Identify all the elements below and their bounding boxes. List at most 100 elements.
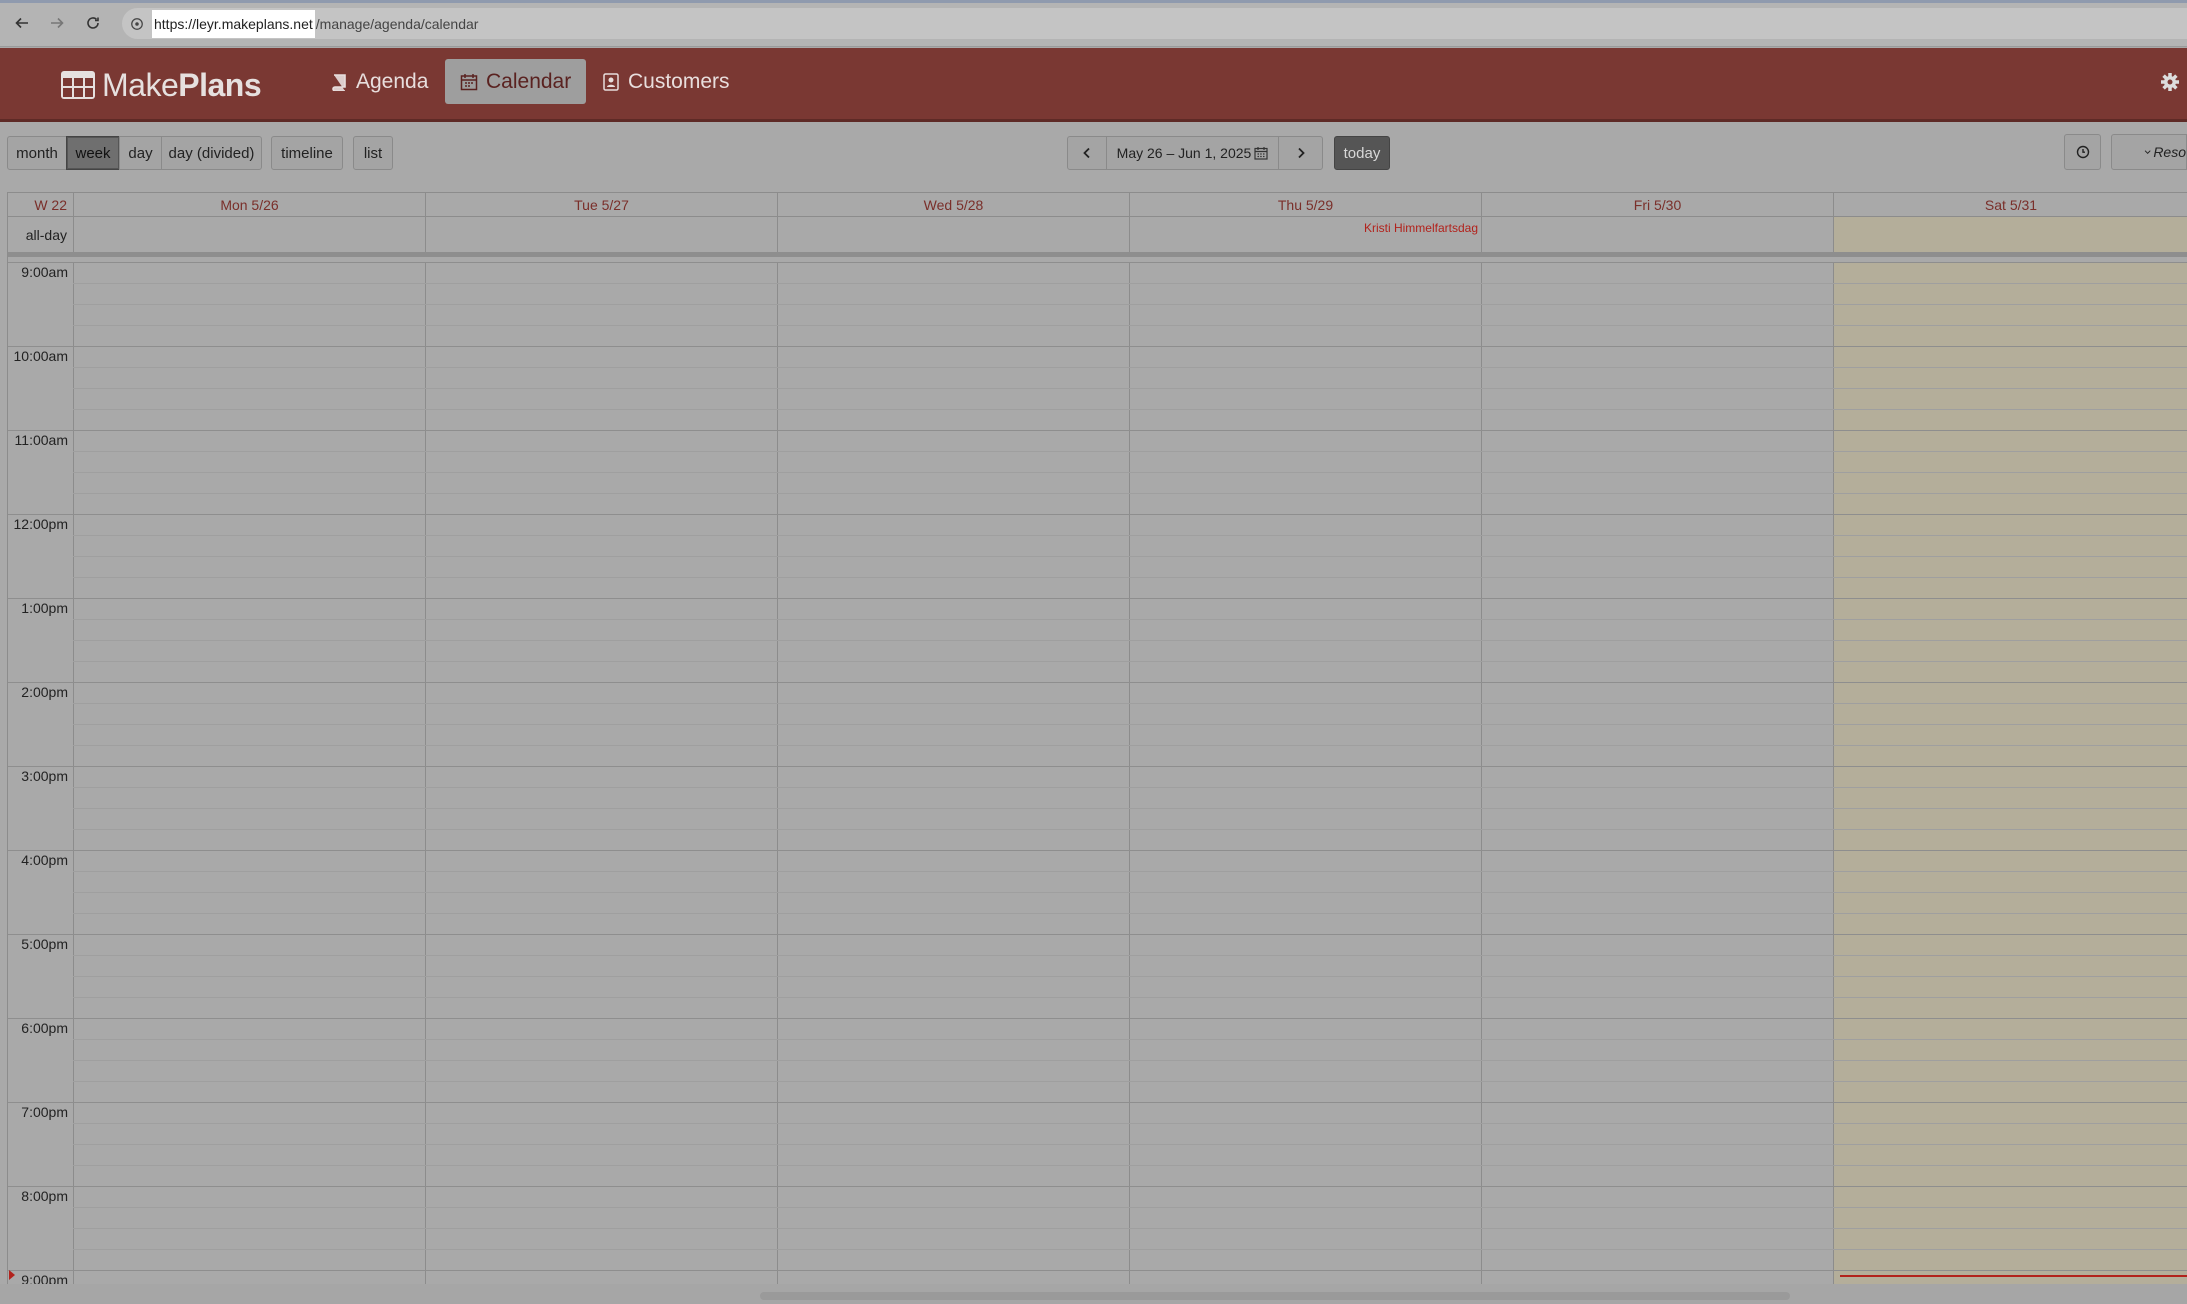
quarter-hour-line xyxy=(73,913,2187,914)
horizontal-scrollbar[interactable] xyxy=(760,1292,1790,1300)
week-number: W 22 xyxy=(34,197,67,213)
grid-logo-icon xyxy=(61,71,95,99)
now-indicator-line xyxy=(1840,1275,2187,1277)
quarter-hour-line xyxy=(73,745,2187,746)
view-timeline-button[interactable]: timeline xyxy=(271,136,343,170)
all-day-row: all-day Kristi Himmelfartsdag xyxy=(8,217,2187,257)
quarter-hour-line xyxy=(73,724,2187,725)
makeplans-logo[interactable]: Make Plans xyxy=(60,66,262,103)
prev-week-button[interactable] xyxy=(1067,136,1107,170)
quarter-hour-line xyxy=(73,493,2187,494)
url-path: /manage/agenda/calendar xyxy=(315,15,479,32)
hour-line xyxy=(8,430,2187,431)
hour-line xyxy=(8,346,2187,347)
tab-customers[interactable]: Customers xyxy=(587,59,745,104)
hour-line xyxy=(8,1270,2187,1271)
next-week-button[interactable] xyxy=(1278,136,1323,170)
quarter-hour-line xyxy=(73,1123,2187,1124)
day-column-fri[interactable] xyxy=(1481,262,1833,1285)
browser-top-edge xyxy=(0,0,2187,3)
day-header-sat[interactable]: Sat 5/31 xyxy=(1833,193,2187,217)
time-label: 5:00pm xyxy=(21,936,68,952)
all-day-cell-sat[interactable] xyxy=(1833,217,2187,252)
time-grid: 9:00am 10:00am 11:00am 12:00pm 1:00pm 2:00pm 3… xyxy=(8,262,2187,1285)
today-button[interactable]: today xyxy=(1334,136,1390,170)
time-label: 10:00am xyxy=(13,348,68,364)
time-label: 7:00pm xyxy=(21,1104,68,1120)
day-header-fri[interactable]: Fri 5/30 xyxy=(1481,193,1833,217)
resources-dropdown[interactable]: Reso xyxy=(2111,134,2187,170)
calendar-icon xyxy=(460,73,478,90)
view-day-button[interactable]: day xyxy=(119,136,162,170)
hour-line xyxy=(8,850,2187,851)
reload-icon xyxy=(87,17,99,29)
quarter-hour-line xyxy=(73,472,2187,473)
view-month-button[interactable]: month xyxy=(7,136,67,170)
app-header: Make Plans Agenda Calendar Customers xyxy=(0,48,2187,122)
quarter-hour-line xyxy=(73,535,2187,536)
quarter-hour-line xyxy=(73,661,2187,662)
quarter-hour-line xyxy=(73,304,2187,305)
time-label: 3:00pm xyxy=(21,768,68,784)
day-header-mon[interactable]: Mon 5/26 xyxy=(73,193,425,217)
quarter-hour-line xyxy=(73,871,2187,872)
all-day-event[interactable]: Kristi Himmelfartsdag xyxy=(1364,221,1478,235)
all-day-cell-mon[interactable] xyxy=(73,217,425,252)
quarter-hour-line xyxy=(73,997,2187,998)
clock-button[interactable] xyxy=(2064,134,2101,170)
day-header-wed[interactable]: Wed 5/28 xyxy=(777,193,1129,217)
chevron-left-icon xyxy=(1083,147,1090,159)
site-info-icon[interactable] xyxy=(122,9,152,39)
time-label: 9:00am xyxy=(21,264,68,280)
quarter-hour-line xyxy=(73,1165,2187,1166)
contact-card-icon xyxy=(603,72,619,91)
reload-button[interactable] xyxy=(82,12,104,34)
day-column-mon[interactable] xyxy=(73,262,425,1285)
quarter-hour-line xyxy=(73,640,2187,641)
all-day-cell-tue[interactable] xyxy=(425,217,777,252)
view-day-divided-button[interactable]: day (divided) xyxy=(161,136,262,170)
day-column-wed[interactable] xyxy=(777,262,1129,1285)
time-axis: 9:00am 10:00am 11:00am 12:00pm 1:00pm 2:00pm 3… xyxy=(8,262,73,1285)
day-header-row: W 22 Mon 5/26 Tue 5/27 Wed 5/28 Thu 5/29… xyxy=(8,193,2187,217)
day-column-thu[interactable] xyxy=(1129,262,1481,1285)
week-calendar-grid: W 22 Mon 5/26 Tue 5/27 Wed 5/28 Thu 5/29… xyxy=(7,192,2187,1285)
settings-gear-icon[interactable] xyxy=(2159,71,2181,93)
quarter-hour-line xyxy=(73,976,2187,977)
quarter-hour-line xyxy=(73,556,2187,557)
day-column-tue[interactable] xyxy=(425,262,777,1285)
tab-calendar[interactable]: Calendar xyxy=(445,59,587,104)
time-label: 12:00pm xyxy=(13,516,68,532)
date-range-picker[interactable]: May 26 – Jun 1, 2025 xyxy=(1106,136,1279,170)
time-label: 1:00pm xyxy=(21,600,68,616)
quarter-hour-line xyxy=(73,325,2187,326)
quarter-hour-line xyxy=(73,703,2187,704)
tab-agenda[interactable]: Agenda xyxy=(315,59,443,104)
quarter-hour-line xyxy=(73,829,2187,830)
day-header-thu[interactable]: Thu 5/29 xyxy=(1129,193,1481,217)
calendar-small-icon xyxy=(1254,147,1268,160)
view-week-button[interactable]: week xyxy=(66,136,120,170)
back-button[interactable] xyxy=(11,12,33,34)
now-indicator-arrow xyxy=(9,1270,15,1280)
all-day-cell-thu[interactable]: Kristi Himmelfartsdag xyxy=(1129,217,1481,252)
clock-icon xyxy=(2076,145,2089,159)
hour-line xyxy=(8,1102,2187,1103)
address-bar[interactable]: https://leyr.makeplans.net /manage/agend… xyxy=(122,8,2187,39)
time-label: 4:00pm xyxy=(21,852,68,868)
quarter-hour-line xyxy=(73,451,2187,452)
day-header-tue[interactable]: Tue 5/27 xyxy=(425,193,777,217)
all-day-cell-wed[interactable] xyxy=(777,217,1129,252)
view-list-button[interactable]: list xyxy=(353,136,393,170)
all-day-cell-fri[interactable] xyxy=(1481,217,1833,252)
forward-button[interactable] xyxy=(46,12,68,34)
logo-text-make: Make xyxy=(102,66,179,103)
quarter-hour-line xyxy=(73,1144,2187,1145)
url-host: https://leyr.makeplans.net xyxy=(152,9,315,38)
day-column-sat-border xyxy=(1833,262,2187,1285)
quarter-hour-line xyxy=(73,1228,2187,1229)
quarter-hour-line xyxy=(73,892,2187,893)
quarter-hour-line xyxy=(73,283,2187,284)
resources-label: Reso xyxy=(2153,144,2186,160)
quarter-hour-line xyxy=(73,1081,2187,1082)
